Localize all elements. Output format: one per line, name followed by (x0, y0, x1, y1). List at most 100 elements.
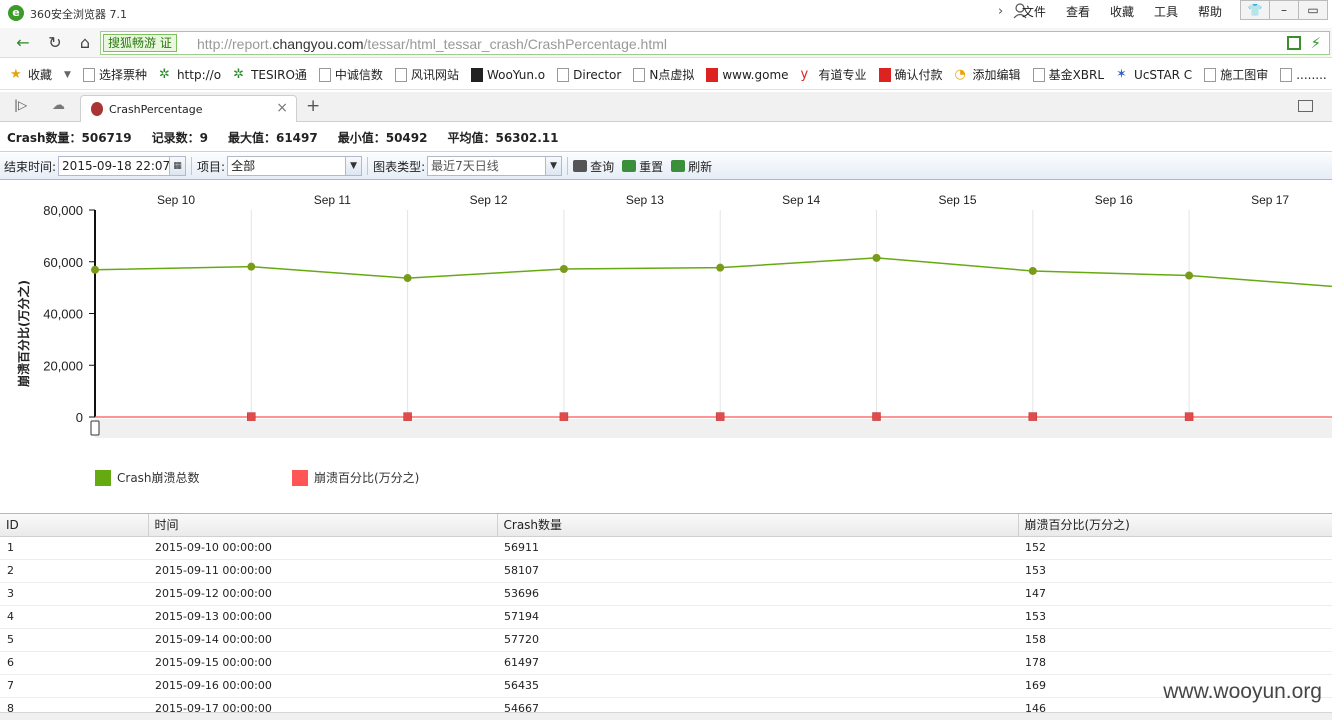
chevron-down-icon[interactable]: ▼ (345, 157, 362, 175)
data-point-crash-percentage[interactable] (1184, 412, 1194, 421)
tab-bar: |▷ ☁ CrashPercentage × + (0, 92, 1332, 122)
back-button[interactable]: ← (12, 33, 34, 53)
data-point-crash-percentage[interactable] (403, 412, 412, 421)
range-handle-icon[interactable] (90, 420, 100, 436)
bookmark-item[interactable]: y 有道专业 (800, 66, 867, 83)
x-tick-label: Sep 11 (314, 193, 351, 207)
stat-min-value: 最小值：50492 (337, 131, 428, 145)
menu-favorites[interactable]: 收藏 (1100, 3, 1144, 20)
bookmark-item[interactable]: 选择票种 (82, 66, 147, 83)
cloud-icon[interactable]: ☁ (52, 98, 65, 113)
bookmark-item[interactable]: 施工图审 (1204, 66, 1268, 83)
bookmark-item[interactable]: Director (557, 67, 621, 82)
bookmark-item[interactable]: 确认付款 (878, 66, 943, 83)
menu-tools[interactable]: 工具 (1144, 3, 1188, 20)
page-icon (318, 67, 331, 82)
data-point-crash-percentage[interactable] (715, 412, 725, 421)
bookmark-item[interactable]: ✲ TESIRO通 (233, 66, 307, 83)
bookmark-item[interactable]: WooYun.o (470, 67, 545, 82)
data-point-crash-total[interactable] (1185, 271, 1194, 280)
bookmark-item[interactable]: ✶ UcSTAR C (1116, 67, 1192, 82)
column-header-crash-count[interactable]: Crash数量 (497, 514, 1019, 537)
end-time-field[interactable]: 2015-09-18 22:07:3 ▦ (58, 156, 187, 176)
bookmark-item[interactable]: ✲ http://o (158, 67, 221, 82)
tab-crash-percentage[interactable]: CrashPercentage × (80, 95, 297, 122)
table-row[interactable]: 2 2015-09-11 00:00:00 58107 153 (0, 559, 1332, 583)
column-header-time[interactable]: 时间 (148, 514, 498, 537)
data-point-crash-total[interactable] (872, 253, 881, 262)
lightning-icon[interactable]: ⚡ (1310, 34, 1321, 52)
data-point-crash-percentage[interactable] (247, 412, 256, 421)
reload-button[interactable]: ↻ (44, 33, 66, 53)
legend-crash-total[interactable]: Crash崩溃总数 (95, 469, 200, 486)
refresh-icon (671, 160, 686, 172)
gome-icon (706, 67, 719, 82)
chevron-down-icon[interactable]: ▼ (545, 157, 562, 175)
table-row[interactable]: 7 2015-09-16 00:00:00 56435 169 (0, 674, 1332, 698)
data-point-crash-total[interactable] (1028, 266, 1037, 275)
chevron-right-icon[interactable]: › (998, 4, 1003, 19)
table-row[interactable]: 6 2015-09-15 00:00:00 61497 178 (0, 651, 1332, 675)
menu-help[interactable]: 帮助 (1188, 3, 1232, 20)
table-row[interactable]: 4 2015-09-13 00:00:00 57194 153 (0, 605, 1332, 629)
bookmark-favorites[interactable]: ★ 收藏 ▼ (10, 66, 71, 83)
calendar-icon[interactable]: ▦ (169, 157, 186, 175)
chart-type-select[interactable]: 最近7天日线 ▼ (427, 156, 563, 176)
table-row[interactable]: 1 2015-09-10 00:00:00 56911 152 (0, 536, 1332, 560)
chart-overview-band (95, 419, 1332, 438)
home-button[interactable]: ⌂ (74, 33, 96, 53)
refresh-button[interactable]: 刷新 (671, 158, 712, 175)
cell-crash-percentage: 147 (1018, 582, 1332, 606)
new-tab-button[interactable]: + (306, 96, 320, 116)
close-tab-icon[interactable]: × (276, 100, 288, 116)
data-point-crash-percentage[interactable] (872, 412, 881, 421)
cell-time: 2015-09-14 00:00:00 (148, 628, 497, 652)
x-tick-label: Sep 16 (1095, 193, 1133, 207)
data-point-crash-percentage[interactable] (559, 412, 569, 421)
gear-icon: ✲ (158, 67, 173, 82)
chart-type-label: 图表类型: (373, 159, 426, 174)
legend-crash-percentage[interactable]: 崩溃百分比(万分之) (292, 469, 419, 486)
data-point-crash-total[interactable] (91, 265, 99, 274)
legend-swatch-green (95, 469, 111, 486)
url-text[interactable]: http://report.changyou.com/tessar/html_t… (197, 36, 667, 52)
bookmark-item[interactable]: 基金XBRL (1032, 66, 1104, 83)
data-point-crash-total[interactable] (716, 263, 725, 272)
data-point-crash-total[interactable] (559, 265, 568, 274)
cell-crash-count: 58107 (497, 559, 1018, 583)
column-header-crash-percentage[interactable]: 崩溃百分比(万分之) (1018, 514, 1332, 537)
menu-file[interactable]: 文件 (1012, 3, 1056, 20)
column-header-id[interactable]: ID (0, 514, 149, 537)
bookmark-item[interactable]: ........ (1280, 67, 1327, 82)
project-select[interactable]: 全部 ▼ (227, 156, 363, 176)
cell-crash-percentage: 178 (1018, 651, 1332, 675)
table-header-row: ID 时间 Crash数量 崩溃百分比(万分之) (0, 514, 1332, 537)
table-row[interactable]: 5 2015-09-14 00:00:00 57720 158 (0, 628, 1332, 652)
site-identity-badge[interactable]: 搜狐畅游 证 (103, 34, 177, 52)
y-axis-label: 崩溃百分比(万分之) (16, 280, 31, 387)
menu-view[interactable]: 查看 (1056, 3, 1100, 20)
dropdown-icon: ▼ (64, 69, 71, 80)
bookmark-item[interactable]: ◔ 添加编辑 (954, 66, 1021, 83)
bookmark-item[interactable]: www.gome (706, 67, 789, 82)
sidebar-toggle-icon[interactable]: |▷ (14, 98, 27, 112)
data-point-crash-total[interactable] (247, 262, 256, 271)
maximize-button[interactable]: ▭ (1298, 0, 1328, 20)
qr-code-icon[interactable] (1287, 36, 1301, 50)
tab-list-icon[interactable] (1298, 100, 1313, 112)
query-button[interactable]: 查询 (573, 158, 614, 175)
cell-id: 5 (0, 628, 148, 652)
reset-button[interactable]: 重置 (622, 158, 663, 175)
bookmark-item[interactable]: 中诚信数 (318, 66, 383, 83)
bookmark-item[interactable]: 风讯网站 (394, 66, 459, 83)
table-row[interactable]: 8 2015-09-17 00:00:00 54667 146 (0, 697, 1332, 713)
cell-time: 2015-09-17 00:00:00 (148, 697, 497, 713)
skin-button[interactable]: 👕 (1240, 0, 1270, 20)
cell-crash-count: 57720 (497, 628, 1018, 652)
table-row[interactable]: 3 2015-09-12 00:00:00 53696 147 (0, 582, 1332, 606)
address-bar[interactable]: 搜狐畅游 证 http://report.changyou.com/tessar… (100, 31, 1330, 55)
minimize-button[interactable]: – (1269, 0, 1299, 20)
data-point-crash-percentage[interactable] (1028, 412, 1038, 421)
data-point-crash-total[interactable] (403, 274, 412, 283)
bookmark-item[interactable]: N点虚拟 (633, 66, 694, 83)
